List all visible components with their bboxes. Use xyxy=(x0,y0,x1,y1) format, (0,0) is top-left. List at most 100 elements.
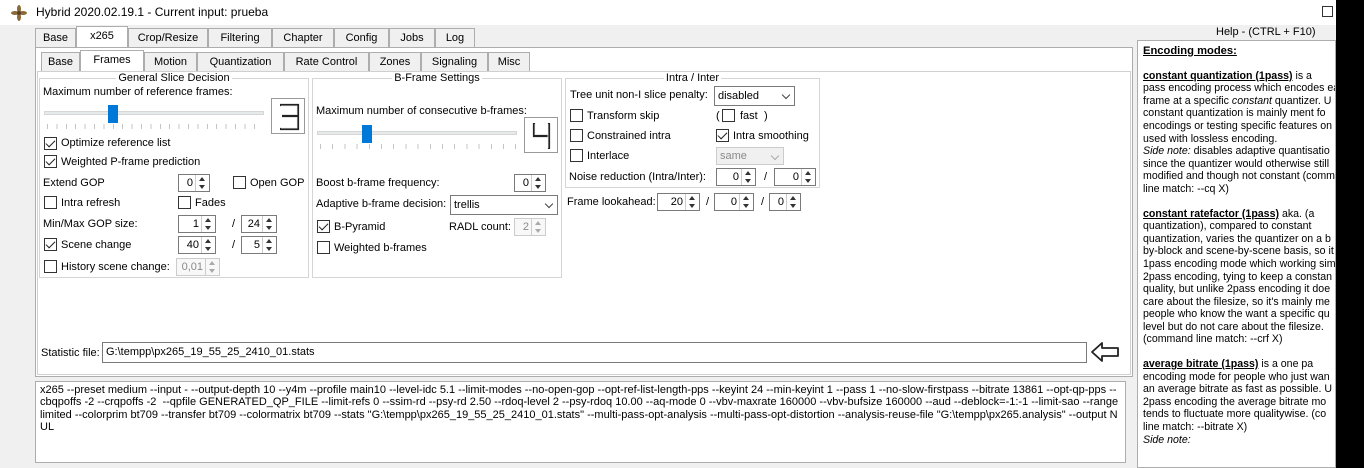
max-consec-bframes-slider[interactable] xyxy=(317,131,517,135)
subtab-rate-control[interactable]: Rate Control xyxy=(284,52,369,72)
subtab-quantization[interactable]: Quantization xyxy=(197,52,284,72)
tab-config[interactable]: Config xyxy=(334,28,389,48)
scene-change-slash: / xyxy=(232,239,236,251)
crf-line-10: (command line match: --crf X) xyxy=(1143,333,1283,346)
arrow-left-icon[interactable] xyxy=(1090,341,1120,363)
boost-bframe-spinbox[interactable]: 0 xyxy=(514,174,546,192)
crf-line-2: quantization, varies the quantizer on a … xyxy=(1143,232,1331,245)
frame-lookahead-spinbox[interactable]: 20 xyxy=(657,193,700,211)
interlace-checkbox[interactable] xyxy=(570,149,583,162)
history-scene-change-checkbox[interactable] xyxy=(44,260,57,273)
cq-after-italic: quantizer. U xyxy=(1271,94,1332,107)
maximize-button[interactable] xyxy=(1322,6,1333,17)
tab-chapter[interactable]: Chapter xyxy=(272,28,334,48)
tree-unit-penalty-label: Tree unit non-I slice penalty: xyxy=(570,89,708,101)
subtab-motion[interactable]: Motion xyxy=(144,52,197,72)
command-line-box[interactable]: x265 --preset medium --input - --output-… xyxy=(35,381,1126,463)
abr-side-note: Side note: xyxy=(1143,434,1330,447)
boost-bframe-value: 0 xyxy=(522,177,529,189)
subtab-base[interactable]: Base xyxy=(41,52,80,72)
min-gop-spinbox[interactable]: 1 xyxy=(178,215,216,233)
tree-unit-penalty-value: disabled xyxy=(718,90,759,102)
weighted-bframes-checkbox[interactable] xyxy=(317,241,330,254)
subtab-frames[interactable]: Frames xyxy=(80,50,144,72)
scene-change-label: Scene change xyxy=(61,239,132,251)
open-gop-checkbox[interactable] xyxy=(233,176,246,189)
extend-gop-label: Extend GOP xyxy=(43,177,105,189)
tab-base[interactable]: Base xyxy=(35,28,76,48)
crf-line-9: level but do not care about the filesize… xyxy=(1143,320,1324,333)
cq-note-line-0: Side note: disables adaptive quantisatio xyxy=(1143,145,1330,158)
help-panel[interactable]: Encoding modes: constant quantization (1… xyxy=(1137,40,1336,468)
fast-checkbox[interactable] xyxy=(722,109,735,122)
tab-jobs[interactable]: Jobs xyxy=(389,28,435,48)
b-pyramid-checkbox[interactable] xyxy=(317,220,330,233)
noise-intra-spinbox[interactable]: 0 xyxy=(716,168,756,186)
scene-change-spinbox[interactable]: 40 xyxy=(178,236,216,254)
adaptive-bframe-combo[interactable]: trellis xyxy=(450,195,558,215)
crf-line-4: 1pass encoding mode which working sim xyxy=(1143,257,1336,270)
intra-refresh-checkbox[interactable] xyxy=(44,196,57,209)
help-heading: Encoding modes: xyxy=(1143,45,1237,57)
interlace-value: same xyxy=(720,150,747,162)
crf-line-5: 2pass encoding, tying to keep a constan xyxy=(1143,270,1333,283)
max-ref-frames-slider-thumb[interactable] xyxy=(107,105,118,123)
fast-close-paren: ) xyxy=(764,110,768,122)
abr-line-2: an average bitrate as fast as possible. … xyxy=(1143,383,1333,396)
max-gop-spinbox[interactable]: 24 xyxy=(241,215,277,233)
optimize-ref-list-checkbox[interactable] xyxy=(44,137,57,150)
fades-checkbox[interactable] xyxy=(178,196,191,209)
max-ref-frames-slider[interactable] xyxy=(44,111,264,115)
history-scene-change-label: History scene change: xyxy=(61,261,170,273)
tab-filtering[interactable]: Filtering xyxy=(208,28,272,48)
chevron-down-icon xyxy=(770,151,780,161)
lookahead-spinbox-2[interactable]: 0 xyxy=(714,193,754,211)
tab-log[interactable]: Log xyxy=(435,28,475,48)
cq-note-line-2: modified and though not constant (comm xyxy=(1143,170,1335,183)
scene-change-value-2: 5 xyxy=(253,239,260,251)
crf-line-3: by-block and scene-by-scene basis, so it xyxy=(1143,245,1334,258)
max-ref-frames-label: Maximum number of reference frames: xyxy=(43,86,233,98)
boost-bframe-label: Boost b-frame frequency: xyxy=(316,177,440,189)
constrained-intra-checkbox[interactable] xyxy=(570,129,583,142)
cq-line-2: frame at a specific constant quantizer. … xyxy=(1143,94,1332,108)
abr-line-5: line match: --bitrate X) xyxy=(1143,421,1248,434)
scene-change-spinbox-2[interactable]: 5 xyxy=(241,236,277,254)
noise-inter-spinbox[interactable]: 0 xyxy=(774,168,816,186)
subtab-zones[interactable]: Zones xyxy=(369,52,421,72)
max-ref-frames-ticks xyxy=(47,124,263,129)
subtab-misc[interactable]: Misc xyxy=(488,52,530,72)
noise-reduction-label: Noise reduction (Intra/Inter): xyxy=(569,171,706,183)
adaptive-bframe-label: Adaptive b-frame decision: xyxy=(316,198,447,210)
max-consec-bframes-label: Maximum number of consecutive b-frames: xyxy=(316,105,527,117)
lookahead-value-2: 0 xyxy=(730,196,737,208)
fast-label: fast xyxy=(740,110,758,122)
interlace-combo[interactable]: same xyxy=(716,147,784,165)
statistic-file-field[interactable]: G:\tempp\px265_19_55_25_2410_01.stats xyxy=(102,342,1087,363)
crf-line-0: aka. (a xyxy=(1279,207,1315,220)
history-scene-change-spinbox[interactable]: 0,01 xyxy=(176,258,220,276)
lookahead-spinbox-3[interactable]: 0 xyxy=(769,193,801,211)
tree-unit-penalty-combo[interactable]: disabled xyxy=(714,86,795,106)
cq-paragraph-start: constant quantization (1pass) is a xyxy=(1143,70,1330,83)
subtab-signaling[interactable]: Signaling xyxy=(421,52,488,72)
crf-paragraph-start: constant ratefactor (1pass) aka. (a xyxy=(1143,208,1330,221)
window-title: Hybrid 2020.02.19.1 - Current input: pru… xyxy=(36,5,269,19)
extend-gop-spinbox[interactable]: 0 xyxy=(178,174,210,192)
max-consec-bframes-slider-thumb[interactable] xyxy=(362,125,372,143)
weighted-p-label: Weighted P-frame prediction xyxy=(61,156,201,168)
radl-count-spinbox[interactable]: 2 xyxy=(514,218,546,236)
tab-crop-resize[interactable]: Crop/Resize xyxy=(128,28,208,48)
transform-skip-checkbox[interactable] xyxy=(570,109,583,122)
statistic-file-label: Statistic file: xyxy=(41,347,100,359)
weighted-p-checkbox[interactable] xyxy=(44,155,57,168)
intra-smoothing-checkbox[interactable] xyxy=(716,129,729,142)
hybrid-window: Hybrid 2020.02.19.1 - Current input: pru… xyxy=(0,0,1336,468)
cq-note-line-3: line match: --cq X) xyxy=(1143,182,1229,195)
tab-x265[interactable]: x265 xyxy=(76,26,128,48)
scene-change-checkbox[interactable] xyxy=(44,238,57,251)
chevron-down-icon xyxy=(544,199,554,209)
cq-line-0: is a xyxy=(1292,69,1312,82)
weighted-bframes-label: Weighted b-frames xyxy=(334,242,427,254)
title-bar[interactable]: Hybrid 2020.02.19.1 - Current input: pru… xyxy=(0,0,1336,25)
